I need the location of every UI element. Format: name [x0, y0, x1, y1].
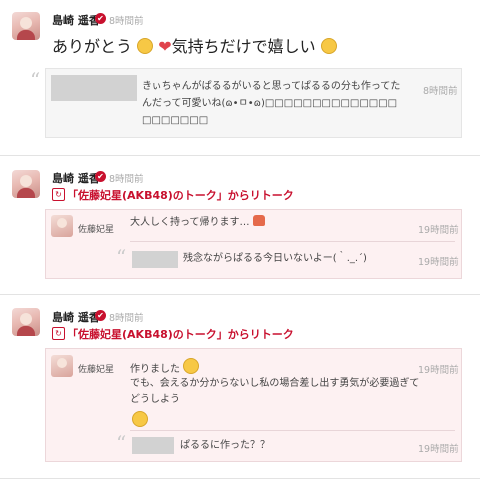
member-message: 大人しく持って帰ります… [130, 214, 265, 231]
retalk-source-link[interactable]: 「佐藤妃星(AKB48)のトーク」からリトーク [67, 326, 294, 342]
quoted-text-line1: きぃちゃんがぱるるがいると思ってぱるるの分も作ってた [142, 81, 401, 92]
divider [0, 155, 480, 156]
member-message-line2: でも、会えるか分からないし私の場合差し出す勇気が必要過ぎて [130, 378, 420, 389]
quoted-time: 8時間前 [423, 86, 458, 97]
member-avatar[interactable] [51, 355, 73, 377]
retalk-icon: ↻ [52, 327, 65, 340]
reply-time: 19時間前 [418, 257, 459, 268]
member-message-line3: どうしよう [130, 394, 180, 405]
worried-emoji-icon [320, 38, 337, 54]
gift-bag-emoji-icon [252, 215, 265, 226]
reply-divider [130, 430, 455, 431]
member-avatar[interactable] [51, 215, 73, 237]
divider [0, 478, 480, 479]
smile-emoji-icon [137, 38, 154, 54]
retalk-card[interactable]: 佐藤妃星 大人しく持って帰ります… 19時間前 “ 残念ながらぱるる今日いないよ… [45, 209, 462, 279]
post-time: 8時間前 [109, 174, 144, 185]
member-name[interactable]: 佐藤妃星 [78, 222, 114, 235]
blush-emoji-icon [183, 358, 200, 374]
post-text: ありがとう ❤気持ちだけで嬉しい [52, 33, 337, 57]
quote-mark-icon: “ [30, 68, 41, 92]
post-time: 8時間前 [109, 313, 144, 324]
reply-time: 19時間前 [418, 444, 459, 455]
poster-name[interactable]: 島崎 遥香 [52, 309, 100, 325]
poster-name[interactable]: 島崎 遥香 [52, 12, 100, 28]
reply-divider [130, 241, 455, 242]
blush-emoji-icon [132, 411, 148, 427]
redacted-avatar [132, 437, 174, 454]
divider [0, 294, 480, 295]
verified-badge-icon: ✔ [95, 13, 106, 24]
member-message-text: 作りました [130, 364, 180, 375]
retalk-icon: ↻ [52, 188, 65, 201]
heart-emoji-icon: ❤ [158, 37, 172, 56]
quoted-text-line2: んだって可愛いね(ɷ•ㅁ•ɷ)□□□□□□□□□□□□□□ [142, 98, 398, 109]
quoted-text-line3: □□□□□□□ [142, 115, 209, 126]
quote-mark-icon: “ [116, 431, 127, 455]
redacted-avatar [51, 75, 137, 101]
avatar[interactable] [12, 308, 40, 336]
member-message-time: 19時間前 [418, 225, 459, 236]
quote-mark-icon: “ [116, 245, 127, 269]
post-text-part2: 気持ちだけで嬉しい [171, 37, 316, 56]
poster-name[interactable]: 島崎 遥香 [52, 170, 100, 186]
quoted-message[interactable]: きぃちゃんがぱるるがいると思ってぱるるの分も作ってた んだって可愛いね(ɷ•ㅁ•… [45, 68, 462, 138]
member-message-text: 大人しく持って帰ります… [130, 217, 250, 228]
reply-text: 残念ながらぱるる今日いないよー(｀._.´) [183, 253, 367, 264]
retalk-source-link[interactable]: 「佐藤妃星(AKB48)のトーク」からリトーク [67, 187, 294, 203]
reply-text: ぱるるに作った？？ [180, 440, 270, 451]
verified-badge-icon: ✔ [95, 310, 106, 321]
verified-badge-icon: ✔ [95, 171, 106, 182]
avatar[interactable] [12, 12, 40, 40]
redacted-avatar [132, 251, 178, 268]
post-time: 8時間前 [109, 16, 144, 27]
post-text-part1: ありがとう [52, 37, 133, 56]
avatar[interactable] [12, 170, 40, 198]
member-name[interactable]: 佐藤妃星 [78, 362, 114, 375]
member-message-time: 19時間前 [418, 365, 459, 376]
retalk-card[interactable]: 佐藤妃星 作りました でも、会えるか分からないし私の場合差し出す勇気が必要過ぎて… [45, 348, 462, 462]
